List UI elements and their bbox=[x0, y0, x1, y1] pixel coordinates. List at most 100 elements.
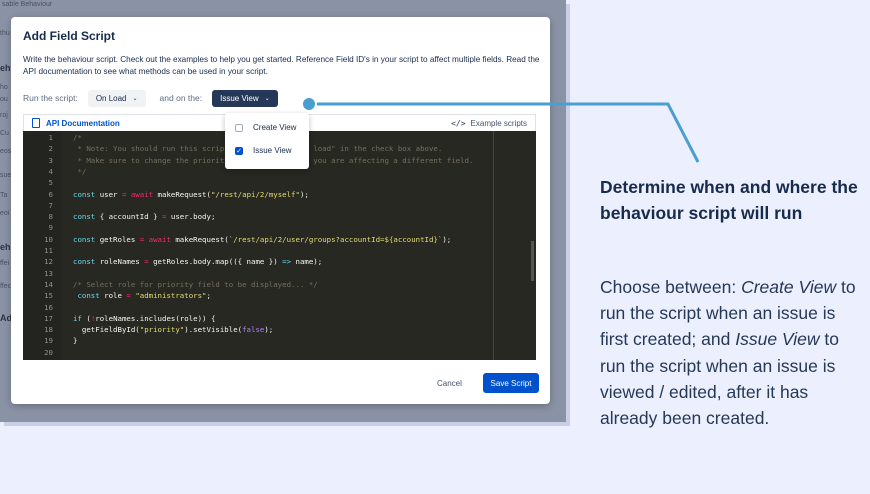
callout-heading: Determine when and where the behaviour s… bbox=[600, 177, 858, 223]
background-fragment: ho bbox=[0, 84, 8, 91]
option-create-view[interactable]: Create View bbox=[235, 123, 296, 132]
line-number: 6 bbox=[48, 189, 53, 199]
background-fragment: sue bbox=[0, 172, 12, 179]
line-number: 11 bbox=[44, 246, 53, 255]
code-line: 7 bbox=[23, 201, 53, 211]
line-number: 18 bbox=[44, 325, 53, 335]
code-text: if (!roleNames.includes(role)) { bbox=[73, 313, 216, 323]
code-line: 10 const getRoles = await makeRequest(`/r… bbox=[23, 234, 451, 245]
line-number: 15 bbox=[44, 291, 53, 301]
option-label: Issue View bbox=[253, 146, 292, 155]
code-text: const getRoles = await makeRequest(`/res… bbox=[73, 234, 452, 244]
code-text: */ bbox=[73, 166, 87, 176]
view-select[interactable]: Issue View ⌄ bbox=[212, 89, 278, 107]
code-line: 1 /* bbox=[23, 133, 82, 143]
code-text: getFieldById("priority").setVisible(fals… bbox=[73, 325, 274, 335]
code-text: const roleNames = getRoles.body.map(({ n… bbox=[73, 257, 323, 267]
and-on-label: and on the: bbox=[159, 93, 203, 103]
view-value: Issue View bbox=[220, 93, 259, 103]
code-line: 9 bbox=[23, 223, 53, 233]
code-line: 2 * Note: You should run this scrip n lo… bbox=[23, 144, 443, 154]
code-icon: </> bbox=[451, 118, 466, 128]
line-number: 3 bbox=[48, 155, 53, 165]
code-line: 19} bbox=[23, 336, 77, 346]
code-line: 14 /* Select role for priority field to b… bbox=[23, 279, 318, 290]
modal-description: Write the behaviour script. Check out th… bbox=[23, 55, 540, 76]
option-label: Create View bbox=[253, 123, 297, 132]
code-text: /* Select role for priority field to be … bbox=[73, 279, 318, 289]
background-label: sable Behaviour bbox=[2, 1, 53, 8]
modal-title: Add Field Script bbox=[23, 29, 116, 43]
code-line: 6 const user = await makeRequest("/rest/a… bbox=[23, 189, 309, 200]
code-line: 17 if (!roleNames.includes(role)) { bbox=[23, 313, 215, 324]
app-screenshot: sable Behaviour thu eh ho ou roj Cu eos sue Ta eo… bbox=[0, 0, 566, 422]
checkbox-unchecked-icon[interactable] bbox=[235, 123, 243, 132]
scrollbar[interactable] bbox=[531, 241, 534, 281]
cancel-button[interactable]: Cancel bbox=[431, 373, 468, 393]
document-icon bbox=[32, 118, 40, 128]
code-line: 12 const roleNames = getRoles.body.map(({… bbox=[23, 257, 322, 267]
background-fragment: Ta bbox=[0, 192, 8, 199]
background-fragment: ou bbox=[0, 96, 8, 103]
callout-body: Choose between: Create View to run the s… bbox=[600, 274, 862, 431]
save-script-button[interactable]: Save Script bbox=[483, 373, 539, 393]
line-number: 9 bbox=[48, 223, 53, 233]
background-fragment: eos bbox=[0, 148, 12, 155]
api-documentation-link[interactable]: API Documentation bbox=[32, 118, 120, 128]
api-documentation-label: API Documentation bbox=[46, 118, 120, 128]
code-line: 11 bbox=[23, 246, 53, 256]
run-trigger-value: On Load bbox=[95, 93, 127, 103]
line-number: 17 bbox=[44, 313, 53, 323]
code-line: 3 * Make sure to change the priority in … bbox=[23, 155, 474, 166]
background-fragment: eh bbox=[0, 242, 11, 252]
line-number: 7 bbox=[48, 200, 53, 210]
line-number: 1 bbox=[48, 133, 53, 142]
code-text: /* bbox=[73, 133, 82, 142]
code-line: 15 const role = "administrators"; bbox=[23, 291, 211, 301]
line-number: 19 bbox=[44, 336, 53, 346]
code-line: 20 bbox=[23, 348, 53, 358]
emphasis-text: Issue View bbox=[735, 329, 820, 350]
line-number: 10 bbox=[44, 234, 53, 244]
chevron-down-icon: ⌄ bbox=[264, 95, 270, 102]
line-number: 14 bbox=[44, 279, 53, 289]
code-line: 8 const { accountId } = user.body; bbox=[23, 212, 216, 222]
option-issue-view[interactable]: ✓ Issue View bbox=[235, 146, 292, 155]
code-line: 13 bbox=[23, 269, 53, 279]
line-number: 5 bbox=[48, 178, 53, 188]
emphasis-text: Create View bbox=[741, 277, 837, 297]
chevron-down-icon: ⌄ bbox=[132, 95, 138, 102]
print-margin bbox=[493, 131, 494, 360]
line-number: 4 bbox=[48, 166, 53, 176]
view-dropdown-menu: Create View ✓ Issue View bbox=[225, 113, 309, 169]
line-number: 12 bbox=[44, 257, 53, 267]
code-line: 5 bbox=[23, 178, 53, 188]
line-number: 16 bbox=[44, 302, 53, 312]
line-number: 13 bbox=[44, 268, 53, 278]
background-fragment: ffec bbox=[0, 283, 12, 290]
example-scripts-button[interactable]: </> Example scripts bbox=[451, 119, 527, 128]
background-fragment: eh bbox=[0, 63, 11, 73]
example-scripts-label: Example scripts bbox=[470, 118, 527, 128]
run-trigger-select[interactable]: On Load ⌄ bbox=[87, 89, 146, 107]
code-line: 4 */ bbox=[23, 166, 87, 177]
add-field-script-modal: Add Field Script Write the behaviour scr… bbox=[11, 17, 550, 404]
background-fragment: Cu bbox=[0, 130, 9, 137]
body-text: Choose between: bbox=[600, 277, 742, 297]
run-options-row: Run the script: On Load ⌄ and on the: Is… bbox=[23, 89, 278, 107]
code-text: } bbox=[73, 336, 78, 346]
code-text: const { accountId } = user.body; bbox=[73, 212, 216, 222]
run-label: Run the script: bbox=[23, 93, 78, 103]
line-number: 8 bbox=[48, 212, 53, 222]
background-fragment: ffei bbox=[0, 260, 10, 267]
background-fragment: roj bbox=[0, 112, 8, 119]
background-fragment: thu bbox=[0, 30, 10, 37]
background-fragment: eoi bbox=[0, 210, 10, 217]
code-text: const user = await makeRequest("/rest/ap… bbox=[73, 189, 309, 199]
code-line: 16 bbox=[23, 303, 53, 313]
code-line: 18 getFieldById("priority").setVisible(f… bbox=[23, 325, 273, 335]
checkbox-checked-icon[interactable]: ✓ bbox=[235, 146, 243, 155]
line-number: 20 bbox=[44, 347, 53, 357]
code-text: const role = "administrators"; bbox=[77, 291, 211, 301]
line-number: 2 bbox=[48, 144, 53, 154]
